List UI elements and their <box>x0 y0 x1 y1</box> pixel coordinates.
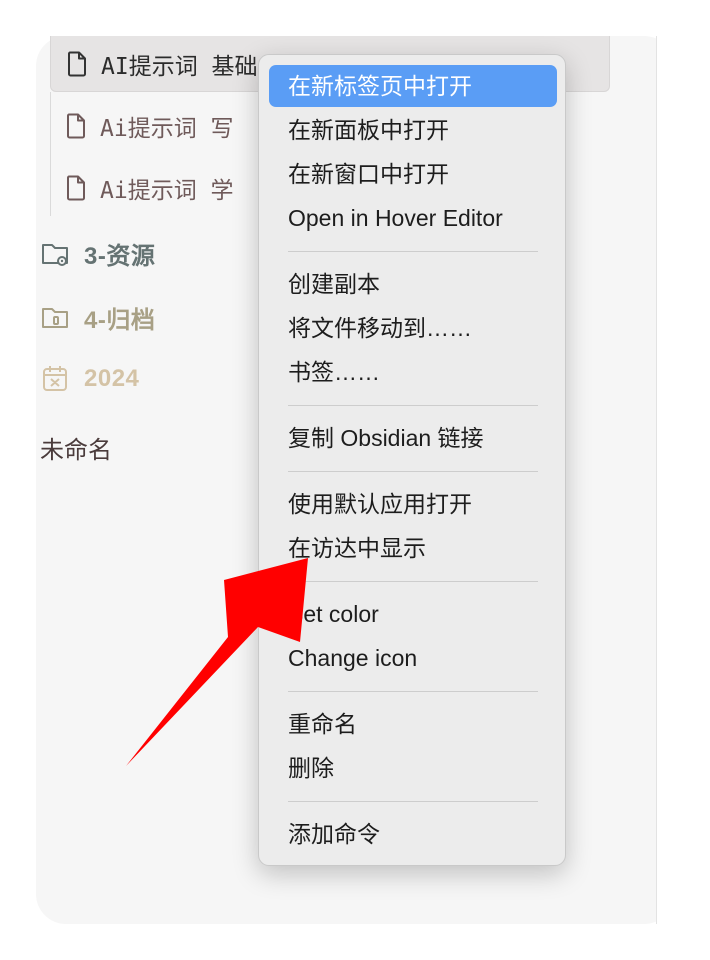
menu-separator <box>288 691 538 692</box>
file-icon <box>68 51 86 76</box>
menu-item-bookmark[interactable]: 书签…… <box>269 351 557 393</box>
file-label: Ai提示词 学 <box>100 178 234 204</box>
menu-item-set-color[interactable]: Set color <box>269 593 557 635</box>
folder-item-archive[interactable]: 4-归档 <box>40 300 155 335</box>
untitled-item[interactable]: 未命名 <box>40 430 112 465</box>
calendar-icon <box>43 366 67 391</box>
folder-item-resources[interactable]: 3-资源 <box>40 236 155 271</box>
file-label: AI提示词 基础 <box>101 53 258 80</box>
folder-label: 3-资源 <box>84 243 156 270</box>
menu-separator <box>288 405 538 406</box>
window-edge <box>656 36 675 924</box>
menu-separator <box>288 471 538 472</box>
menu-item-duplicate[interactable]: 创建副本 <box>269 263 557 305</box>
file-item-ai-prompt-writing[interactable]: Ai提示词 写 <box>66 102 234 150</box>
file-icon <box>67 113 85 139</box>
folder-label: 4-归档 <box>84 307 156 334</box>
menu-item-open-new-window[interactable]: 在新窗口中打开 <box>269 153 557 195</box>
menu-item-add-command[interactable]: 添加命令 <box>269 813 557 855</box>
menu-separator <box>288 581 538 582</box>
menu-item-change-icon[interactable]: Change icon <box>269 637 557 679</box>
menu-item-open-default-app[interactable]: 使用默认应用打开 <box>269 483 557 525</box>
folder-archive-icon <box>42 307 68 328</box>
menu-item-rename[interactable]: 重命名 <box>269 703 557 745</box>
folder-label: 2024 <box>84 365 140 392</box>
folder-item-2024[interactable]: 2024 <box>40 364 139 394</box>
file-icon <box>67 175 85 201</box>
menu-item-open-new-pane[interactable]: 在新面板中打开 <box>269 109 557 151</box>
file-label: Ai提示词 写 <box>100 116 234 142</box>
menu-item-copy-obsidian-link[interactable]: 复制 Obsidian 链接 <box>269 417 557 459</box>
menu-item-delete[interactable]: 删除 <box>269 747 557 789</box>
menu-item-open-new-tab[interactable]: 在新标签页中打开 <box>269 65 557 107</box>
file-item-ai-prompt-learning[interactable]: Ai提示词 学 <box>66 164 234 212</box>
menu-separator <box>288 251 538 252</box>
context-menu: 在新标签页中打开 在新面板中打开 在新窗口中打开 Open in Hover E… <box>258 54 566 866</box>
tree-indent-line <box>50 92 51 216</box>
menu-separator <box>288 801 538 802</box>
menu-item-move-file[interactable]: 将文件移动到…… <box>269 307 557 349</box>
folder-gear-icon <box>42 243 68 266</box>
menu-item-reveal-in-finder[interactable]: 在访达中显示 <box>269 527 557 569</box>
menu-item-open-hover-editor[interactable]: Open in Hover Editor <box>269 197 557 239</box>
